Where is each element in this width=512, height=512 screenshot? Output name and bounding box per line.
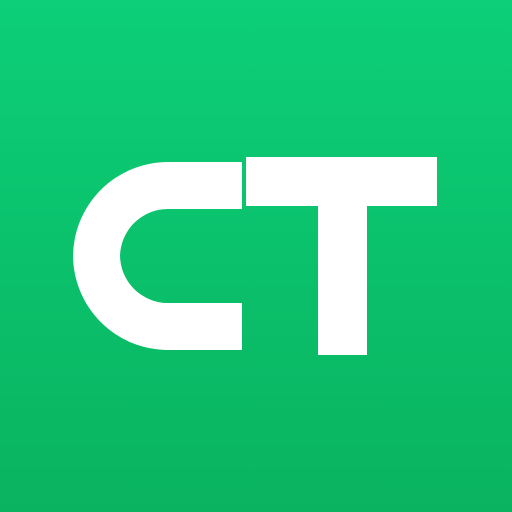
logo-letter-t	[246, 157, 437, 355]
logo-letter-c	[73, 162, 242, 350]
app-icon	[0, 0, 512, 512]
ct-logo	[73, 157, 437, 355]
